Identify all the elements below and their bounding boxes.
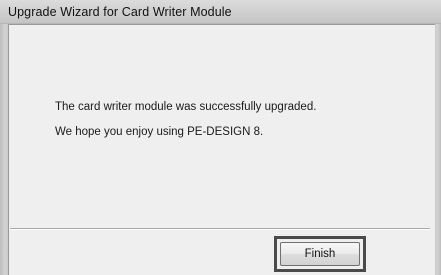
window-title: Upgrade Wizard for Card Writer Module	[8, 5, 232, 19]
button-area-divider	[10, 228, 430, 230]
success-message: The card writer module was successfully …	[55, 101, 317, 113]
window-frame-right	[435, 24, 441, 275]
wizard-window: Upgrade Wizard for Card Writer Module Th…	[0, 0, 441, 275]
enjoy-message: We hope you enjoy using PE-DESIGN 8.	[55, 126, 264, 138]
title-bar[interactable]: Upgrade Wizard for Card Writer Module	[0, 0, 441, 24]
wizard-content-area	[8, 24, 435, 275]
finish-button[interactable]: Finish	[280, 242, 360, 266]
window-frame-left	[0, 24, 8, 275]
